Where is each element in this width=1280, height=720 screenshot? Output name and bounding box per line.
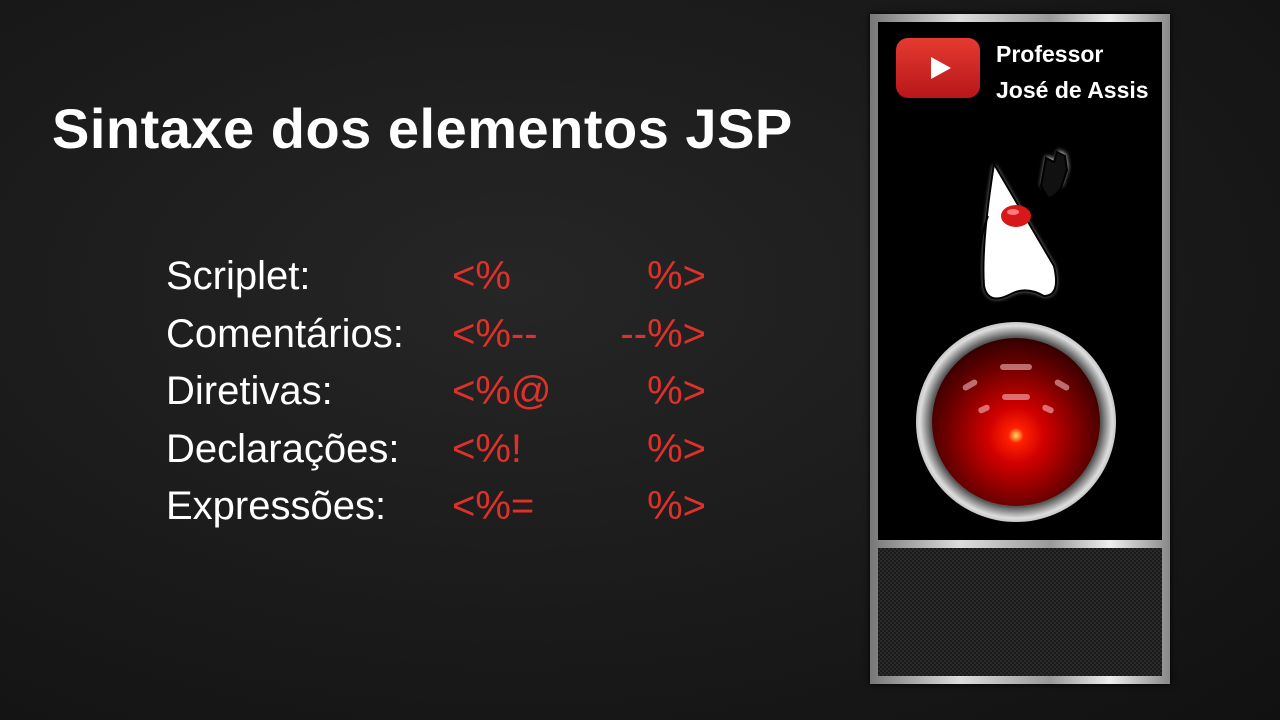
- open-tag: <%=: [452, 484, 535, 528]
- hal-9000-eye-icon: [916, 322, 1116, 522]
- open-tag: <%@: [452, 369, 552, 413]
- close-tag: %>: [647, 426, 706, 471]
- hal-panel: Professor José de Assis: [870, 14, 1170, 684]
- syntax-row-diretivas: Diretivas: <%@ %>: [166, 363, 706, 421]
- channel-name: Professor José de Assis: [996, 36, 1149, 108]
- youtube-icon: [896, 38, 980, 98]
- panel-screen: Professor José de Assis: [878, 22, 1162, 540]
- close-tag: %>: [647, 254, 706, 298]
- close-tag: --%>: [620, 311, 706, 356]
- row-label: Declarações:: [166, 426, 400, 471]
- open-tag: <%: [452, 254, 511, 298]
- java-duke-mascot-icon: [978, 150, 1069, 300]
- syntax-list: Scriplet: <% %> Comentários: <%-- --%> D…: [166, 248, 706, 536]
- close-tag: %>: [647, 484, 706, 528]
- open-tag: <%--: [452, 311, 538, 356]
- slide-title: Sintaxe dos elementos JSP: [52, 97, 793, 160]
- row-label: Expressões:: [166, 484, 387, 528]
- channel-line1: Professor: [996, 41, 1104, 67]
- speaker-grille: [878, 548, 1162, 676]
- channel-line2: José de Assis: [996, 77, 1149, 103]
- syntax-row-declaracoes: Declarações: <%! %>: [166, 421, 706, 479]
- row-label: Comentários:: [166, 311, 404, 356]
- row-label: Scriplet:: [166, 254, 311, 298]
- close-tag: %>: [647, 369, 706, 413]
- hal-lens: [932, 338, 1100, 506]
- syntax-row-scriplet: Scriplet: <% %>: [166, 248, 706, 306]
- syntax-row-expressoes: Expressões: <%= %>: [166, 478, 706, 536]
- open-tag: <%!: [452, 426, 523, 471]
- syntax-row-comentarios: Comentários: <%-- --%>: [166, 306, 706, 364]
- row-label: Diretivas:: [166, 369, 333, 413]
